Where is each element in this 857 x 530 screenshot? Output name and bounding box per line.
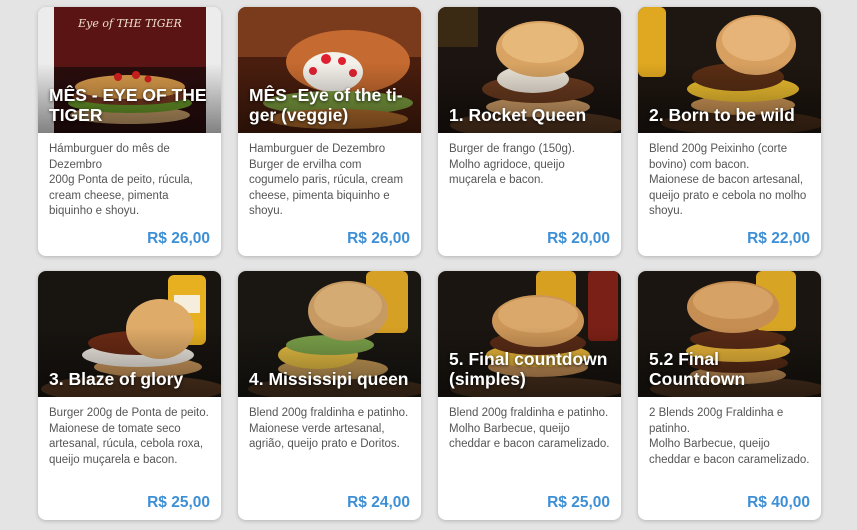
product-price: R$ 25,00 [147,494,210,511]
product-title: MÊS - EYE OF THE TIGER [49,85,207,125]
product-price: R$ 26,00 [347,230,410,247]
product-title: 5.2 Final Countdown [649,349,746,389]
product-description: Blend 200g Peixinho (corte bovino) com b… [649,143,807,217]
product-photo: Eye of THE TIGER MÊS - EYE OF THE TIGER [38,7,221,133]
product-photo: 5. Final countdown (simples) [438,271,621,397]
product-card[interactable]: 5. Final countdown (simples) Blend 200g … [438,271,621,520]
product-card[interactable]: MÊS -Eye of the ti-ger (veggie) Hamburgu… [238,7,421,256]
product-title: 4. Mississipi queen [249,369,409,389]
product-card[interactable]: 4. Mississipi queen Blend 200g fraldinha… [238,271,421,520]
product-title: MÊS -Eye of the ti-ger (veggie) [249,85,403,125]
product-price: R$ 24,00 [347,494,410,511]
product-card[interactable]: 2. Born to be wild Blend 200g Peixinho (… [638,7,821,256]
product-title: 5. Final countdown (simples) [449,349,608,389]
product-price: R$ 26,00 [147,230,210,247]
product-title: 2. Born to be wild [649,105,795,125]
product-description: Blend 200g fraldinha e patinho. Molho Ba… [449,407,610,450]
product-title: 1. Rocket Queen [449,105,587,125]
product-price: R$ 25,00 [547,494,610,511]
product-price: R$ 40,00 [747,494,810,511]
product-card[interactable]: 3. Blaze of glory Burger 200g de Ponta d… [38,271,221,520]
product-photo: MÊS -Eye of the ti-ger (veggie) [238,7,421,133]
product-description: Burger 200g de Ponta de peito. Maionese … [49,407,209,466]
product-description: Hámburguer do mês de Dezembro 200g Ponta… [49,143,193,217]
product-grid: Eye of THE TIGER MÊS - EYE OF THE TIGER … [38,7,821,520]
product-title: 3. Blaze of glory [49,369,184,389]
product-description: Hamburguer de Dezembro Burger de ervilha… [249,143,404,217]
product-description: Burger de frango (150g). Molho agridoce,… [449,143,575,186]
product-photo: 1. Rocket Queen [438,7,621,133]
photo-caption-top: Eye of THE TIGER [77,17,182,30]
product-card[interactable]: 5.2 Final Countdown 2 Blends 200g Fraldi… [638,271,821,520]
product-card[interactable]: 1. Rocket Queen Burger de frango (150g).… [438,7,621,256]
product-price: R$ 22,00 [747,230,810,247]
product-photo: 5.2 Final Countdown [638,271,821,397]
product-photo: 4. Mississipi queen [238,271,421,397]
product-price: R$ 20,00 [547,230,610,247]
product-description: Blend 200g fraldinha e patinho. Maionese… [249,407,409,450]
product-photo: 2. Born to be wild [638,7,821,133]
product-card[interactable]: Eye of THE TIGER MÊS - EYE OF THE TIGER … [38,7,221,256]
product-description: 2 Blends 200g Fraldinha e patinho. Molho… [649,407,810,466]
product-photo: 3. Blaze of glory [38,271,221,397]
